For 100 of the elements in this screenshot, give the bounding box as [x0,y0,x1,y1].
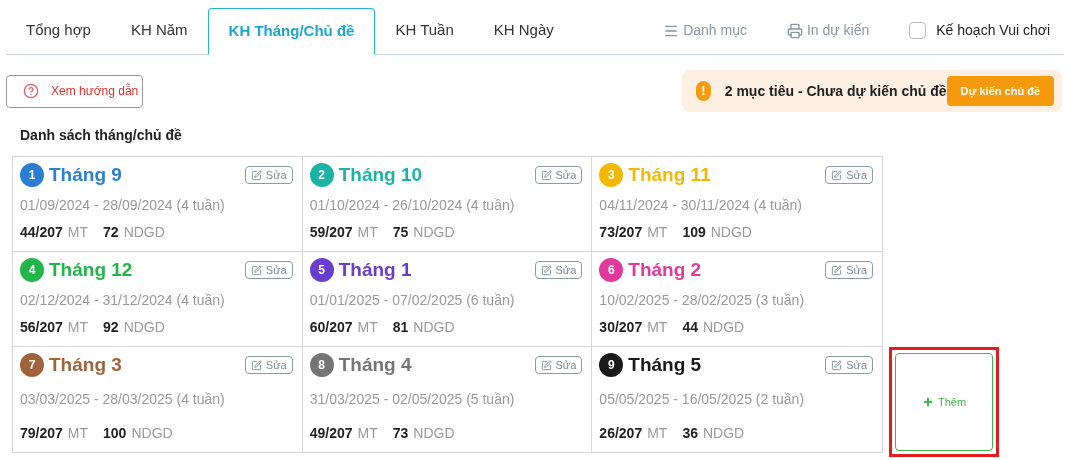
goal-unit: MT [67,423,89,443]
content-unit: NDGD [131,423,173,443]
alert-text: 2 mục tiêu - Chưa dự kiến chủ đề [724,81,947,101]
edit-button[interactable]: Sửa [244,261,293,280]
goal-count: 26/207 [599,423,643,443]
content-count: 75 [392,222,409,242]
month-card[interactable]: 4 Tháng 12 Sửa 02/12/2024 - 31/12/2024 (4 tuần) 56/207 MT 92 NDGD [13,252,303,346]
goal-count: 30/207 [599,317,643,337]
content-count: 100 [103,423,127,443]
catalog-button[interactable]: Danh mục [643,7,767,54]
date-range: 01/01/2025 - 07/02/2025 (6 tuần) [309,290,516,310]
month-title: Tháng 12 [49,258,133,282]
number-badge: 6 [599,258,624,283]
goal-count: 73/207 [599,222,643,242]
date-range: 01/09/2024 - 28/09/2024 (4 tuần) [20,195,226,215]
tab[interactable]: KH Tuần [375,7,474,54]
edit-button[interactable]: Sửa [244,166,293,185]
goal-count: 56/207 [20,317,63,337]
content-unit: NDGD [702,423,745,443]
edit-button[interactable]: Sửa [534,356,583,375]
tab[interactable]: KH Năm [110,7,208,54]
date-range: 10/02/2025 - 28/02/2025 (3 tuần) [599,290,806,310]
edit-button[interactable]: Sửa [825,356,873,375]
edit-icon [540,169,552,181]
goal-count: 44/207 [20,222,63,242]
date-range: 04/11/2024 - 30/11/2024 (4 tuần) [599,195,803,215]
edit-button[interactable]: Sửa [825,261,873,280]
goal-count: 49/207 [309,423,353,443]
tab[interactable]: Tổng hợp [6,7,111,54]
goal-count: 59/207 [309,222,353,242]
month-title: Tháng 10 [338,163,423,187]
help-icon [23,83,39,99]
month-title: Tháng 1 [338,258,412,282]
edit-button[interactable]: Sửa [534,261,583,280]
content-count: 109 [682,222,706,242]
edit-icon [831,169,843,181]
month-title: Tháng 2 [628,258,702,282]
content-count: 44 [682,317,698,337]
content-count: 72 [103,222,119,242]
month-card[interactable]: 6 Tháng 2 Sửa 10/02/2025 - 28/02/2025 (3 tuần) 30/207 MT 44 NDGD [592,252,882,346]
number-badge: 3 [599,163,624,188]
edit-icon [250,264,262,276]
edit-icon [540,264,552,276]
goal-unit: MT [67,222,89,242]
month-card[interactable]: 1 Tháng 9 Sửa 01/09/2024 - 28/09/2024 (4 tuần) 44/207 MT 72 NDGD [13,157,303,251]
date-range: 01/10/2024 - 26/10/2024 (4 tuần) [309,195,516,215]
content-count: 81 [392,317,409,337]
content-unit: NDGD [413,222,455,242]
number-badge: 2 [309,163,334,188]
number-badge: 1 [20,163,44,188]
content-unit: NDGD [413,317,455,337]
month-title: Tháng 9 [49,163,122,187]
content-unit: NDGD [123,317,165,337]
edit-icon [250,169,262,181]
section-title: Danh sách tháng/chủ đề [20,126,183,145]
tab[interactable]: KH Tháng/Chủ đề [207,8,376,55]
edit-icon [540,359,552,371]
number-badge: 9 [599,353,624,378]
content-unit: NDGD [710,222,752,242]
checkbox-label: Kế hoạch Vui chơi [936,21,1050,40]
tab[interactable]: KH Ngày [473,7,574,54]
goal-unit: MT [67,317,89,337]
edit-button[interactable]: Sửa [244,356,293,375]
date-range: 02/12/2024 - 31/12/2024 (4 tuần) [20,290,226,310]
goal-unit: MT [357,317,378,337]
edit-icon [831,264,843,276]
goal-unit: MT [647,317,668,337]
content-unit: NDGD [702,317,745,337]
number-badge: 7 [20,353,44,378]
edit-button[interactable]: Sửa [534,166,583,185]
month-card[interactable]: 9 Tháng 5 Sửa 05/05/2025 - 16/05/2025 (2 tuần) 26/207 MT 36 NDGD [592,347,882,452]
month-card[interactable]: 8 Tháng 4 Sửa 31/03/2025 - 02/05/2025 (5 tuần) 49/207 MT 73 NDGD [302,347,593,452]
checkbox[interactable] [909,22,927,39]
edit-icon [831,359,843,371]
month-card[interactable]: 7 Tháng 3 Sửa 03/03/2025 - 28/03/2025 (4 tuần) 79/207 MT 100 NDGD [13,347,303,452]
goal-unit: MT [357,423,378,443]
content-unit: NDGD [413,423,455,443]
month-title: Tháng 11 [628,163,711,187]
month-card[interactable]: 2 Tháng 10 Sửa 01/10/2024 - 26/10/2024 (4 tuần) 59/207 MT 75 NDGD [302,157,593,251]
month-title: Tháng 4 [338,353,412,377]
month-card[interactable]: 5 Tháng 1 Sửa 01/01/2025 - 07/02/2025 (6 tuần) 60/207 MT 81 NDGD [302,252,593,346]
date-range: 05/05/2025 - 16/05/2025 (2 tuần) [599,389,806,409]
number-badge: 8 [309,353,334,378]
goal-unit: MT [647,423,668,443]
month-title: Tháng 3 [49,353,122,377]
content-count: 73 [392,423,409,443]
goal-unit: MT [357,222,378,242]
add-button[interactable]: Thêm [895,353,993,451]
goal-unit: MT [647,222,668,242]
date-range: 03/03/2025 - 28/03/2025 (4 tuần) [20,389,226,409]
content-unit: NDGD [123,222,165,242]
month-card[interactable]: 3 Tháng 11 Sửa 04/11/2024 - 30/11/2024 (4 tuần) 73/207 MT 109 NDGD [592,157,882,251]
guide-button[interactable]: Xem hướng dẫn [6,74,143,108]
goal-count: 79/207 [20,423,63,443]
number-badge: 4 [20,258,44,283]
print-button[interactable]: In dự kiến [766,7,890,54]
edit-icon [250,359,262,371]
edit-button[interactable]: Sửa [825,166,873,185]
date-range: 31/03/2025 - 02/05/2025 (5 tuần) [309,389,516,409]
number-badge: 5 [309,258,334,283]
